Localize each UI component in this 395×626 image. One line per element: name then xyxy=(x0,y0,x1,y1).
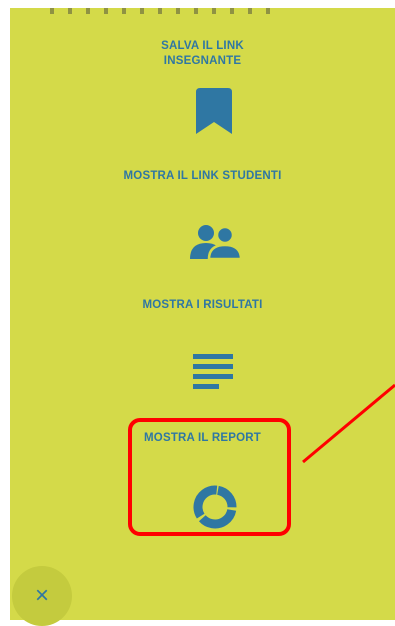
show-student-link-label: MOSTRA IL LINK STUDENTI xyxy=(123,170,282,182)
users-icon xyxy=(190,225,242,259)
close-icon: × xyxy=(34,582,49,609)
show-results-label: MOSTRA I RISULTATI xyxy=(142,299,263,311)
save-teacher-link-label-line2: INSEGNANTE xyxy=(163,55,242,67)
save-teacher-link-label-line1: SALVA IL LINK xyxy=(161,40,244,52)
close-button[interactable]: × xyxy=(12,566,72,626)
bookmark-icon xyxy=(196,88,232,134)
annotation-highlight-box xyxy=(128,418,291,536)
text-lines-icon xyxy=(193,354,233,389)
top-cutoff-text xyxy=(50,8,280,14)
save-teacher-link-label: SALVA IL LINK INSEGNANTE xyxy=(10,39,395,69)
